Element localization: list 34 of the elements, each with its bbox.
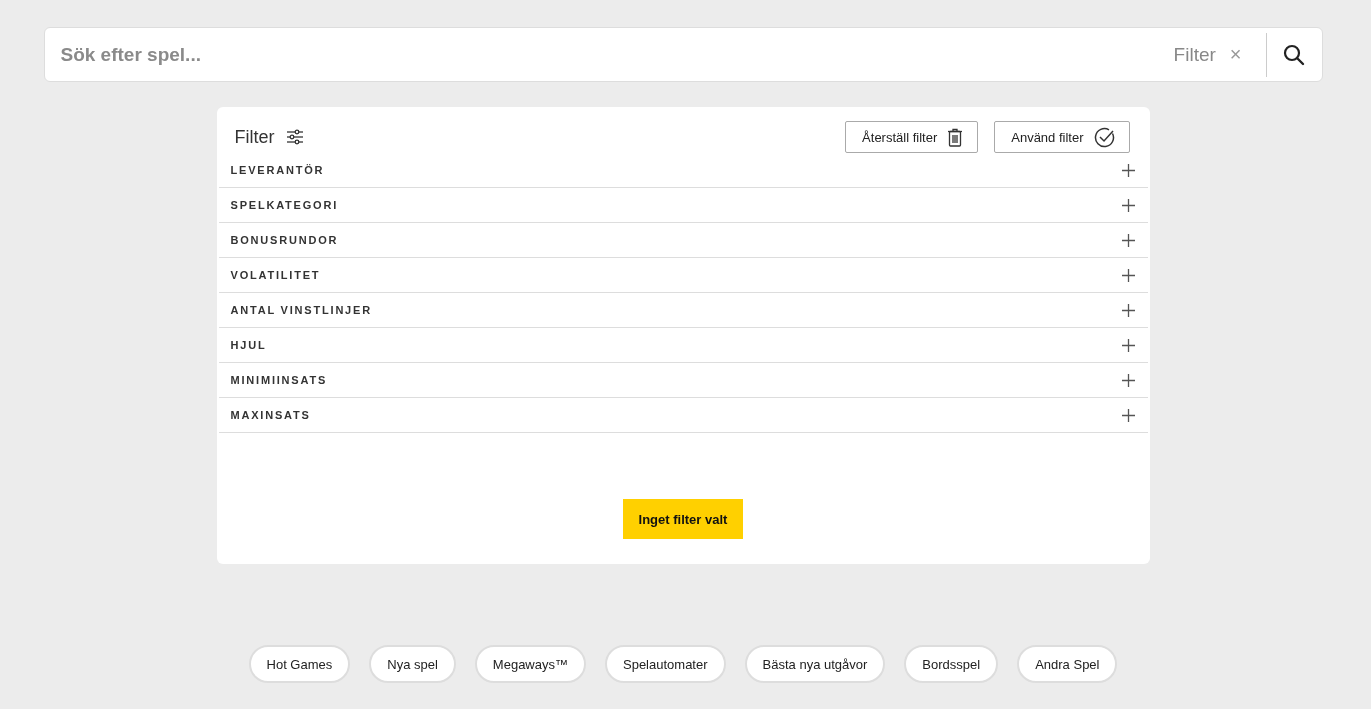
filter-section[interactable]: SPELKATEGORI: [218, 188, 1148, 223]
filter-section[interactable]: BONUSRUNDOR: [218, 223, 1148, 258]
plus-icon: [1121, 338, 1135, 352]
trash-icon: [947, 127, 964, 147]
plus-icon: [1121, 303, 1135, 317]
plus-icon: [1121, 198, 1135, 212]
filter-label[interactable]: Filter: [1173, 43, 1216, 66]
filter-section[interactable]: MINIMIINSATS: [218, 363, 1148, 398]
filter-section[interactable]: MAXINSATS: [218, 398, 1148, 433]
plus-icon: [1121, 233, 1135, 247]
plus-icon: [1121, 373, 1135, 387]
search-icon: [1283, 43, 1305, 66]
reset-filter-button[interactable]: Återställ filter: [845, 121, 979, 153]
filter-title: Filter: [234, 126, 275, 148]
plus-icon: [1121, 163, 1135, 177]
category-chip[interactable]: Nya spel: [369, 645, 456, 683]
check-circle-icon: [1093, 126, 1115, 148]
category-chip[interactable]: Hot Games: [248, 645, 351, 683]
search-bar[interactable]: Sök efter spel... Filter ×: [43, 27, 1323, 82]
sliders-icon: [286, 129, 303, 145]
apply-filter-button[interactable]: Använd filter: [994, 121, 1130, 153]
filter-section[interactable]: HJUL: [218, 328, 1148, 363]
category-chip[interactable]: Bästa nya utgåvor: [744, 645, 886, 683]
plus-icon: [1121, 268, 1135, 282]
category-chip[interactable]: Megaways™: [474, 645, 586, 683]
no-filter-selected-button[interactable]: Inget filter valt: [622, 499, 744, 539]
filter-section[interactable]: ANTAL VINSTLINJER: [218, 293, 1148, 328]
search-field[interactable]: Sök efter spel...: [58, 42, 1174, 67]
category-chip[interactable]: Bordsspel: [904, 645, 999, 683]
filter-section[interactable]: LEVERANTÖR: [218, 153, 1148, 188]
category-chip[interactable]: Spelautomater: [605, 645, 726, 683]
category-chip[interactable]: Andra Spel: [1017, 645, 1118, 683]
plus-icon: [1121, 408, 1135, 422]
filter-section[interactable]: VOLATILITET: [218, 258, 1148, 293]
